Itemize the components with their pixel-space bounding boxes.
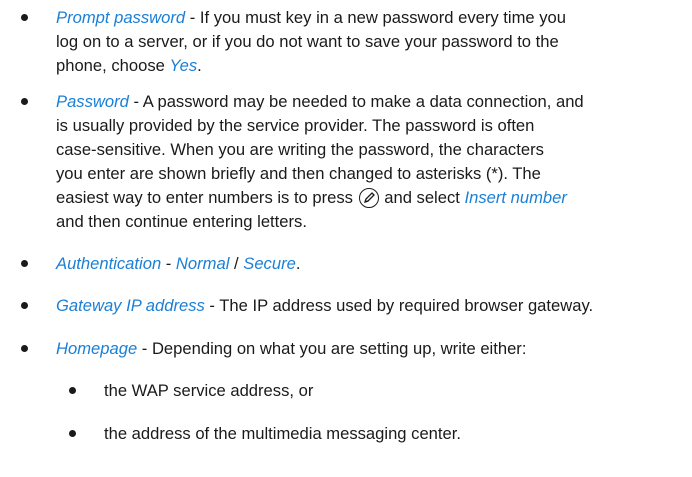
term-password: Password xyxy=(56,92,129,111)
bullet xyxy=(21,260,28,267)
bullet xyxy=(21,14,28,21)
term-authentication: Authentication xyxy=(56,254,162,273)
list-item-line: case-sensitive. When you are writing the… xyxy=(56,140,544,159)
term-gateway-ip-address: Gateway IP address xyxy=(56,296,205,315)
sub-bullet xyxy=(69,430,76,437)
document-page: Prompt password - If you must key in a n… xyxy=(0,0,692,477)
sub-list-item: the address of the multimedia messaging … xyxy=(104,424,461,443)
list-item-line: you enter are shown briefly and then cha… xyxy=(56,164,541,183)
list-item-line: Homepage - Depending on what you are set… xyxy=(56,339,527,358)
list-item-line: log on to a server, or if you do not wan… xyxy=(56,32,559,51)
list-item-line: Prompt password - If you must key in a n… xyxy=(56,8,567,27)
sub-bullet xyxy=(69,387,76,394)
list-item-line: easiest way to enter numbers is to press… xyxy=(56,188,567,208)
term-secure: Secure xyxy=(243,254,296,273)
term-prompt-password: Prompt password xyxy=(56,8,186,27)
term-insert-number: Insert number xyxy=(464,188,567,207)
list-item-line: and then continue entering letters. xyxy=(56,212,307,231)
list-item-line: Gateway IP address - The IP address used… xyxy=(56,296,594,315)
bullet xyxy=(21,345,28,352)
list-item-line: is usually provided by the service provi… xyxy=(56,116,535,135)
term-yes: Yes xyxy=(169,56,198,75)
term-normal: Normal xyxy=(175,254,230,273)
term-homepage: Homepage xyxy=(56,339,138,358)
sub-list-item: the WAP service address, or xyxy=(104,381,314,400)
pen-key-icon xyxy=(358,188,379,208)
bullet xyxy=(21,98,28,105)
list-item-line: Password - A password may be needed to m… xyxy=(56,92,584,111)
bullet xyxy=(21,302,28,309)
list-item-line: phone, choose Yes. xyxy=(56,56,202,75)
list-item-line: Authentication - Normal / Secure. xyxy=(56,254,301,273)
